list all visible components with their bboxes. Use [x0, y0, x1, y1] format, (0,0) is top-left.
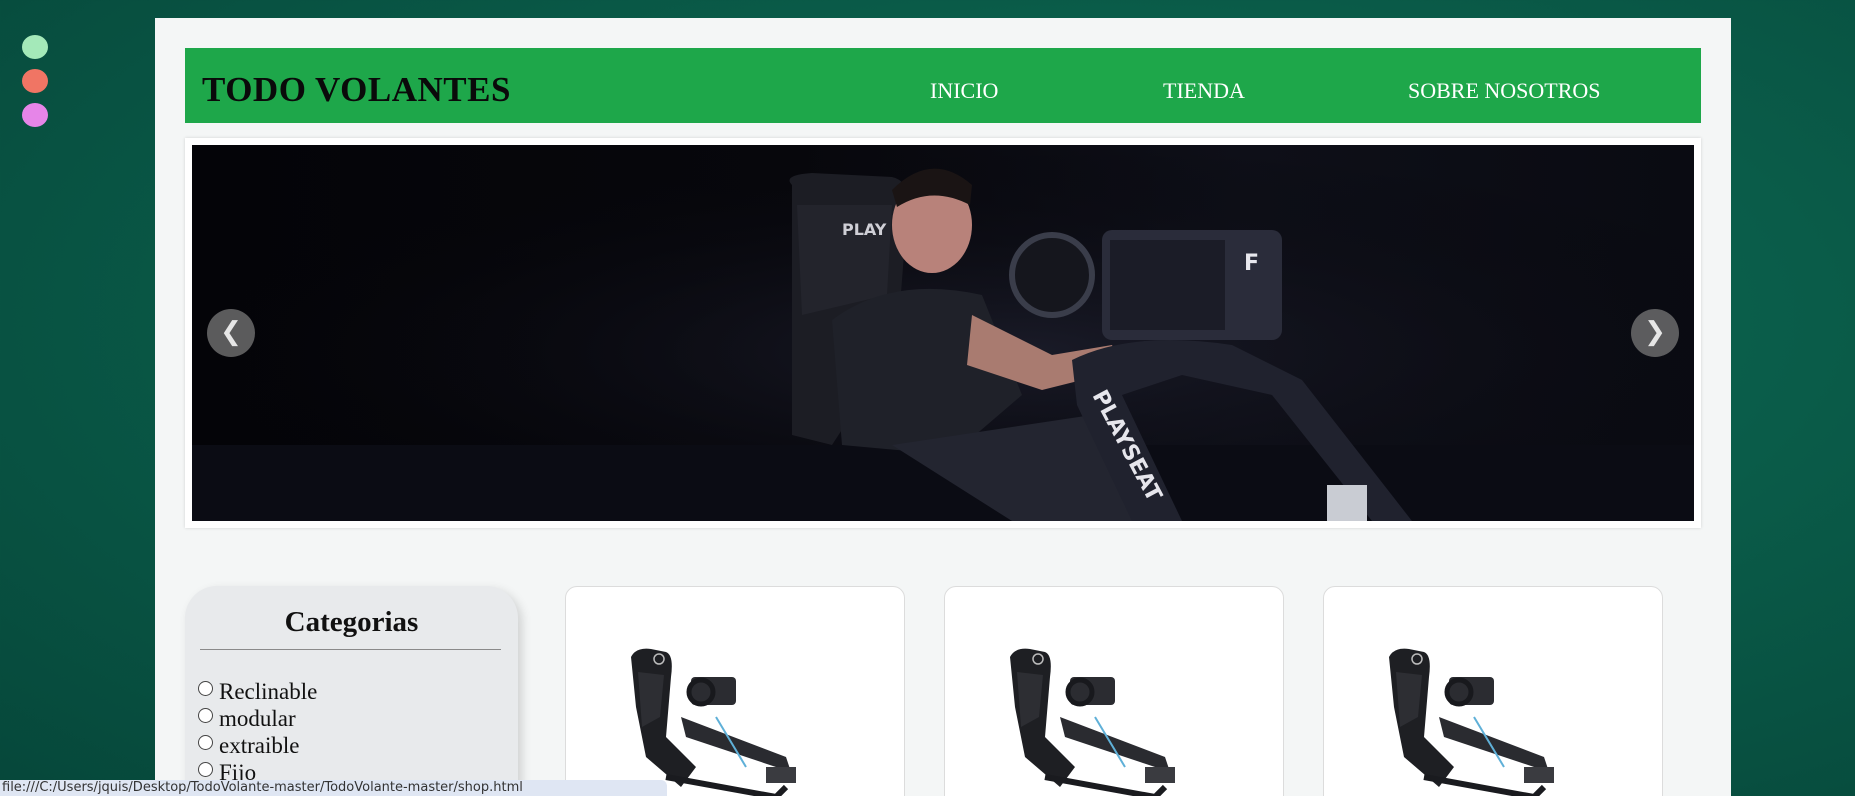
svg-text:F: F — [1244, 251, 1259, 276]
svg-text:PLAY: PLAY — [842, 220, 887, 239]
racing-cockpit-image — [1389, 648, 1554, 796]
category-option[interactable]: modular — [198, 705, 317, 732]
category-label: Reclinable — [219, 678, 318, 704]
radio-button[interactable] — [198, 681, 213, 696]
carousel-image: PLAY F PLAYSEAT ❮ ❯ — [192, 145, 1694, 521]
browser-status-bar: file:///C:/Users/jquis/Desktop/TodoVolan… — [0, 780, 667, 796]
radio-button[interactable] — [198, 708, 213, 723]
category-list: Reclinable modular extraible Fijo — [198, 678, 317, 786]
categories-title: Categorias — [284, 606, 419, 638]
status-url: file:///C:/Users/jquis/Desktop/TodoVolan… — [2, 780, 523, 795]
nav-inicio[interactable]: INICIO — [930, 78, 998, 104]
radio-button[interactable] — [198, 762, 213, 777]
window-dot-pink[interactable] — [22, 103, 48, 127]
carousel-next-button[interactable]: ❯ — [1631, 309, 1679, 357]
radio-button[interactable] — [198, 735, 213, 750]
carousel-prev-button[interactable]: ❮ — [207, 309, 255, 357]
chevron-right-icon: ❯ — [1644, 317, 1666, 347]
nav-tienda[interactable]: TIENDA — [1163, 78, 1245, 104]
brand-logo[interactable]: TODO VOLANTES — [202, 70, 511, 110]
window-dot-green[interactable] — [22, 35, 48, 59]
hero-carousel: PLAY F PLAYSEAT ❮ ❯ — [185, 138, 1701, 528]
category-label: extraible — [219, 732, 300, 758]
racing-cockpit-image — [1010, 648, 1175, 796]
category-option[interactable]: Reclinable — [198, 678, 317, 705]
divider — [200, 649, 501, 650]
product-card[interactable] — [944, 586, 1284, 796]
category-option[interactable]: extraible — [198, 732, 317, 759]
racing-simulator-illustration: PLAY F PLAYSEAT — [192, 145, 1694, 521]
racing-cockpit-image — [631, 648, 796, 796]
categories-sidebar: Categorias Reclinable modular extraible … — [185, 586, 518, 796]
product-card[interactable] — [565, 586, 905, 796]
product-card[interactable] — [1323, 586, 1663, 796]
window-dots — [22, 35, 48, 137]
chevron-left-icon: ❮ — [220, 317, 242, 347]
nav-sobre-nosotros[interactable]: SOBRE NOSOTROS — [1408, 78, 1601, 104]
site-header: TODO VOLANTES INICIO TIENDA SOBRE NOSOTR… — [185, 48, 1701, 123]
category-label: modular — [219, 705, 296, 731]
window-dot-red[interactable] — [22, 69, 48, 93]
page-container: TODO VOLANTES INICIO TIENDA SOBRE NOSOTR… — [155, 18, 1731, 796]
